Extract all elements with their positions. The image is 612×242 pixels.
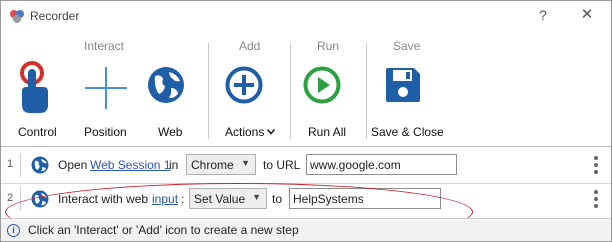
web-session-link[interactable]: Web Session 1 — [90, 158, 171, 172]
url-field[interactable]: www.google.com — [306, 154, 457, 175]
toolbar-separator — [290, 43, 291, 139]
input-link[interactable]: input — [152, 192, 178, 206]
group-label-interact: Interact — [84, 39, 125, 53]
title-bar: Recorder ? ✕ — [1, 1, 611, 31]
globe-icon — [31, 190, 49, 208]
toolbar-separator — [366, 43, 367, 139]
web-label: Web — [158, 125, 183, 139]
step-to-url-text: to URL — [263, 158, 301, 172]
step-in-text: in — [169, 158, 179, 172]
save-close-label: Save & Close — [371, 125, 444, 139]
chevron-down-icon: ▼ — [241, 158, 250, 168]
chevron-down-icon: ▼ — [252, 192, 261, 202]
globe-icon — [148, 67, 184, 103]
run-all-label: Run All — [308, 125, 347, 139]
step-row[interactable]: 1 Open Web Session 1 in Chrome ▼ to URL … — [1, 151, 611, 179]
step-divider — [1, 183, 611, 184]
step-number: 1 — [7, 158, 14, 170]
toolbar-separator — [208, 43, 209, 139]
recorder-app-icon — [10, 10, 24, 23]
step-action-text: Interact with web — [58, 192, 149, 206]
action-select-value: Set Value — [194, 192, 246, 206]
toolbar-bottom-divider — [1, 146, 611, 147]
step-number-divider — [20, 153, 21, 177]
crosshair-icon — [85, 67, 127, 109]
position-label: Position — [84, 125, 127, 139]
step-to-text: to — [272, 192, 283, 206]
touch-hand-icon — [20, 61, 48, 113]
control-label: Control — [18, 125, 57, 139]
info-icon: i — [7, 224, 20, 237]
more-options-icon[interactable] — [593, 154, 599, 176]
close-button[interactable]: ✕ — [576, 5, 598, 25]
action-select[interactable]: Set Value ▼ — [189, 188, 267, 209]
status-text: Click an 'Interact' or 'Add' icon to cre… — [28, 223, 299, 237]
toolbar: Interact Add Run Save Control Position W… — [1, 31, 611, 146]
actions-label: Actions — [225, 125, 265, 139]
step-number-divider — [20, 187, 21, 211]
step-row[interactable]: 2 Interact with web input : Set Value ▼ … — [1, 185, 611, 213]
floppy-disk-icon — [386, 68, 420, 102]
group-label-add: Add — [239, 39, 261, 53]
window-title: Recorder — [30, 9, 80, 23]
value-field[interactable]: HelpSystems — [289, 188, 441, 209]
more-options-icon[interactable] — [593, 188, 599, 210]
recorder-window: Recorder ? ✕ Interact Add Run Save Contr… — [0, 0, 612, 242]
step-action-text: Open — [58, 158, 88, 172]
play-icon — [303, 66, 341, 104]
group-label-save: Save — [393, 39, 421, 53]
help-button[interactable]: ? — [532, 5, 554, 25]
step-colon: : — [181, 192, 185, 206]
globe-icon — [31, 156, 49, 174]
add-circle-icon — [225, 66, 263, 104]
chevron-down-icon — [267, 129, 275, 135]
group-label-run: Run — [317, 39, 340, 53]
status-bar: i Click an 'Interact' or 'Add' icon to c… — [1, 219, 611, 241]
browser-select[interactable]: Chrome ▼ — [186, 154, 256, 175]
step-number: 2 — [7, 192, 14, 204]
browser-select-value: Chrome — [191, 158, 234, 172]
